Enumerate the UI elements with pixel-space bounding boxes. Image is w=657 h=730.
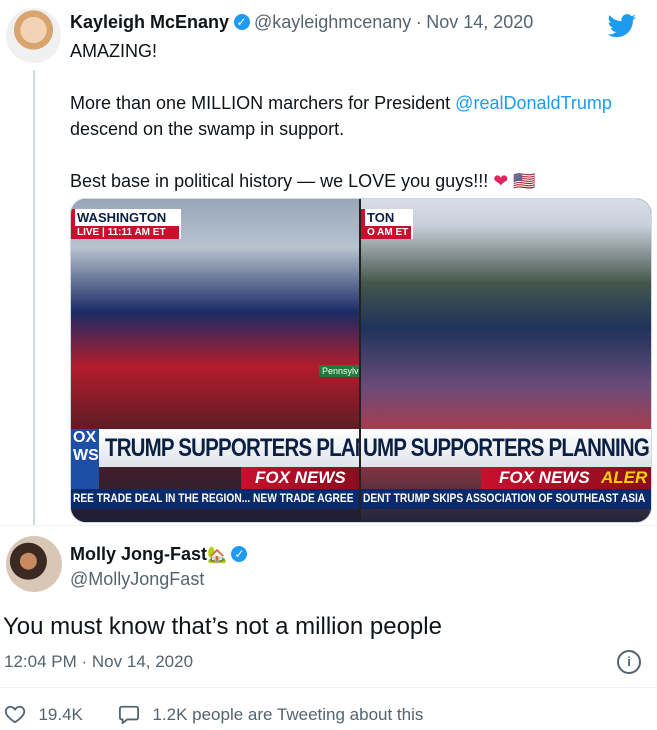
network-alert-right: ALER	[601, 468, 648, 487]
molly-avatar[interactable]	[6, 536, 62, 592]
quoted-line-base-text: Best base in political history — we LOVE…	[70, 171, 489, 191]
mention-link[interactable]: @realDonaldTrump	[455, 93, 612, 113]
location-chyron-left: WASHINGTON LIVE | 11:11 AM ET	[71, 209, 181, 239]
verified-badge-icon: ✓	[233, 14, 250, 30]
reply-separator: ·	[81, 652, 88, 671]
heart-emoji: ❤	[493, 171, 509, 191]
reply-timestamp[interactable]: 12:04 PM · Nov 14, 2020	[4, 652, 193, 672]
quoted-line-amazing: AMAZING!	[70, 41, 158, 61]
location-chyron-right: TON O AM ET	[361, 209, 413, 239]
like-count: 19.4K	[38, 705, 83, 724]
like-stat[interactable]: 19.4K	[4, 704, 83, 726]
network-tag-left: FOX NEWS	[241, 467, 359, 489]
headline-text-left: TRUMP SUPPORTERS PLANNING	[105, 434, 359, 462]
location-text-left: WASHINGTON	[77, 210, 167, 225]
verified-badge-icon: ✓	[231, 546, 248, 562]
quoted-line-swamp: descend on the swamp in support.	[70, 119, 345, 139]
tweet-divider	[0, 525, 657, 526]
twitter-bird-icon[interactable]	[607, 14, 637, 38]
speech-bubble-icon[interactable]	[118, 704, 140, 725]
quoted-handle[interactable]: @kayleighmcenany	[254, 12, 411, 32]
ticker-text-left: REE TRADE DEAL IN THE REGION... NEW TRAD…	[73, 491, 354, 505]
network-tag-right: FOX NEWS ALER	[481, 467, 651, 489]
reply-date: Nov 14, 2020	[91, 652, 194, 671]
us-flag-emoji: 🇺🇸	[513, 171, 536, 191]
quoted-separator: ·	[415, 12, 422, 32]
media-image-right[interactable]: TON O AM ET UMP SUPPORTERS PLANNING DC M…	[361, 199, 651, 522]
live-time-left: LIVE | 11:11 AM ET	[75, 226, 179, 239]
quoted-display-name[interactable]: Kayleigh McEnany	[70, 12, 229, 32]
fox-logo-box: OX WS	[71, 429, 99, 489]
live-time-right: O AM ET	[365, 226, 411, 239]
ticker-text-right: DENT TRUMP SKIPS ASSOCIATION OF SOUTHEAS…	[363, 491, 646, 505]
heart-outline-icon[interactable]	[4, 704, 26, 724]
stats-divider	[0, 687, 657, 688]
conversation-stat[interactable]: 1.2K people are Tweeting about this	[118, 704, 423, 726]
reply-tweet-text: You must know that’s not a million peopl…	[3, 613, 442, 640]
headline-bar-right: UMP SUPPORTERS PLANNING DC M	[361, 429, 651, 467]
reply-time: 12:04 PM	[4, 652, 77, 671]
info-icon[interactable]: i	[617, 650, 641, 674]
kayleigh-avatar[interactable]	[6, 8, 61, 63]
house-emoji: 🏡	[207, 547, 227, 564]
headline-bar-left: TRUMP SUPPORTERS PLANNING	[71, 429, 359, 467]
headline-text-right: UMP SUPPORTERS PLANNING DC M	[363, 434, 651, 462]
quoted-line-base: Best base in political history — we LOVE…	[70, 168, 645, 194]
thread-connector-line	[33, 70, 35, 525]
ticker-left: REE TRADE DEAL IN THE REGION... NEW TRAD…	[71, 489, 359, 509]
network-name-right: FOX NEWS	[499, 468, 590, 487]
quoted-tweet-body: AMAZING! More than one MILLION marchers …	[70, 38, 645, 194]
quoted-tweet-header: Kayleigh McEnany ✓ @kayleighmcenany · No…	[70, 12, 533, 33]
reply-handle[interactable]: @MollyJongFast	[70, 569, 204, 590]
quoted-line-marchers: More than one MILLION marchers for Presi…	[70, 90, 645, 116]
location-text-right: TON	[367, 210, 395, 225]
reply-display-name[interactable]: Molly Jong-Fast	[70, 544, 207, 564]
media-image-left[interactable]: WASHINGTON LIVE | 11:11 AM ET Pennsylvan…	[71, 199, 359, 522]
reply-name-row: Molly Jong-Fast🏡 ✓	[70, 544, 248, 565]
conversation-text: 1.2K people are Tweeting about this	[152, 705, 424, 724]
street-sign: Pennsylvania	[319, 365, 359, 377]
ticker-right: DENT TRUMP SKIPS ASSOCIATION OF SOUTHEAS…	[361, 489, 651, 509]
tweet-media[interactable]: WASHINGTON LIVE | 11:11 AM ET Pennsylvan…	[70, 198, 652, 523]
quoted-line-marchers-text: More than one MILLION marchers for Presi…	[70, 93, 456, 113]
quoted-date[interactable]: Nov 14, 2020	[426, 12, 533, 32]
network-name-left: FOX NEWS	[255, 468, 346, 487]
